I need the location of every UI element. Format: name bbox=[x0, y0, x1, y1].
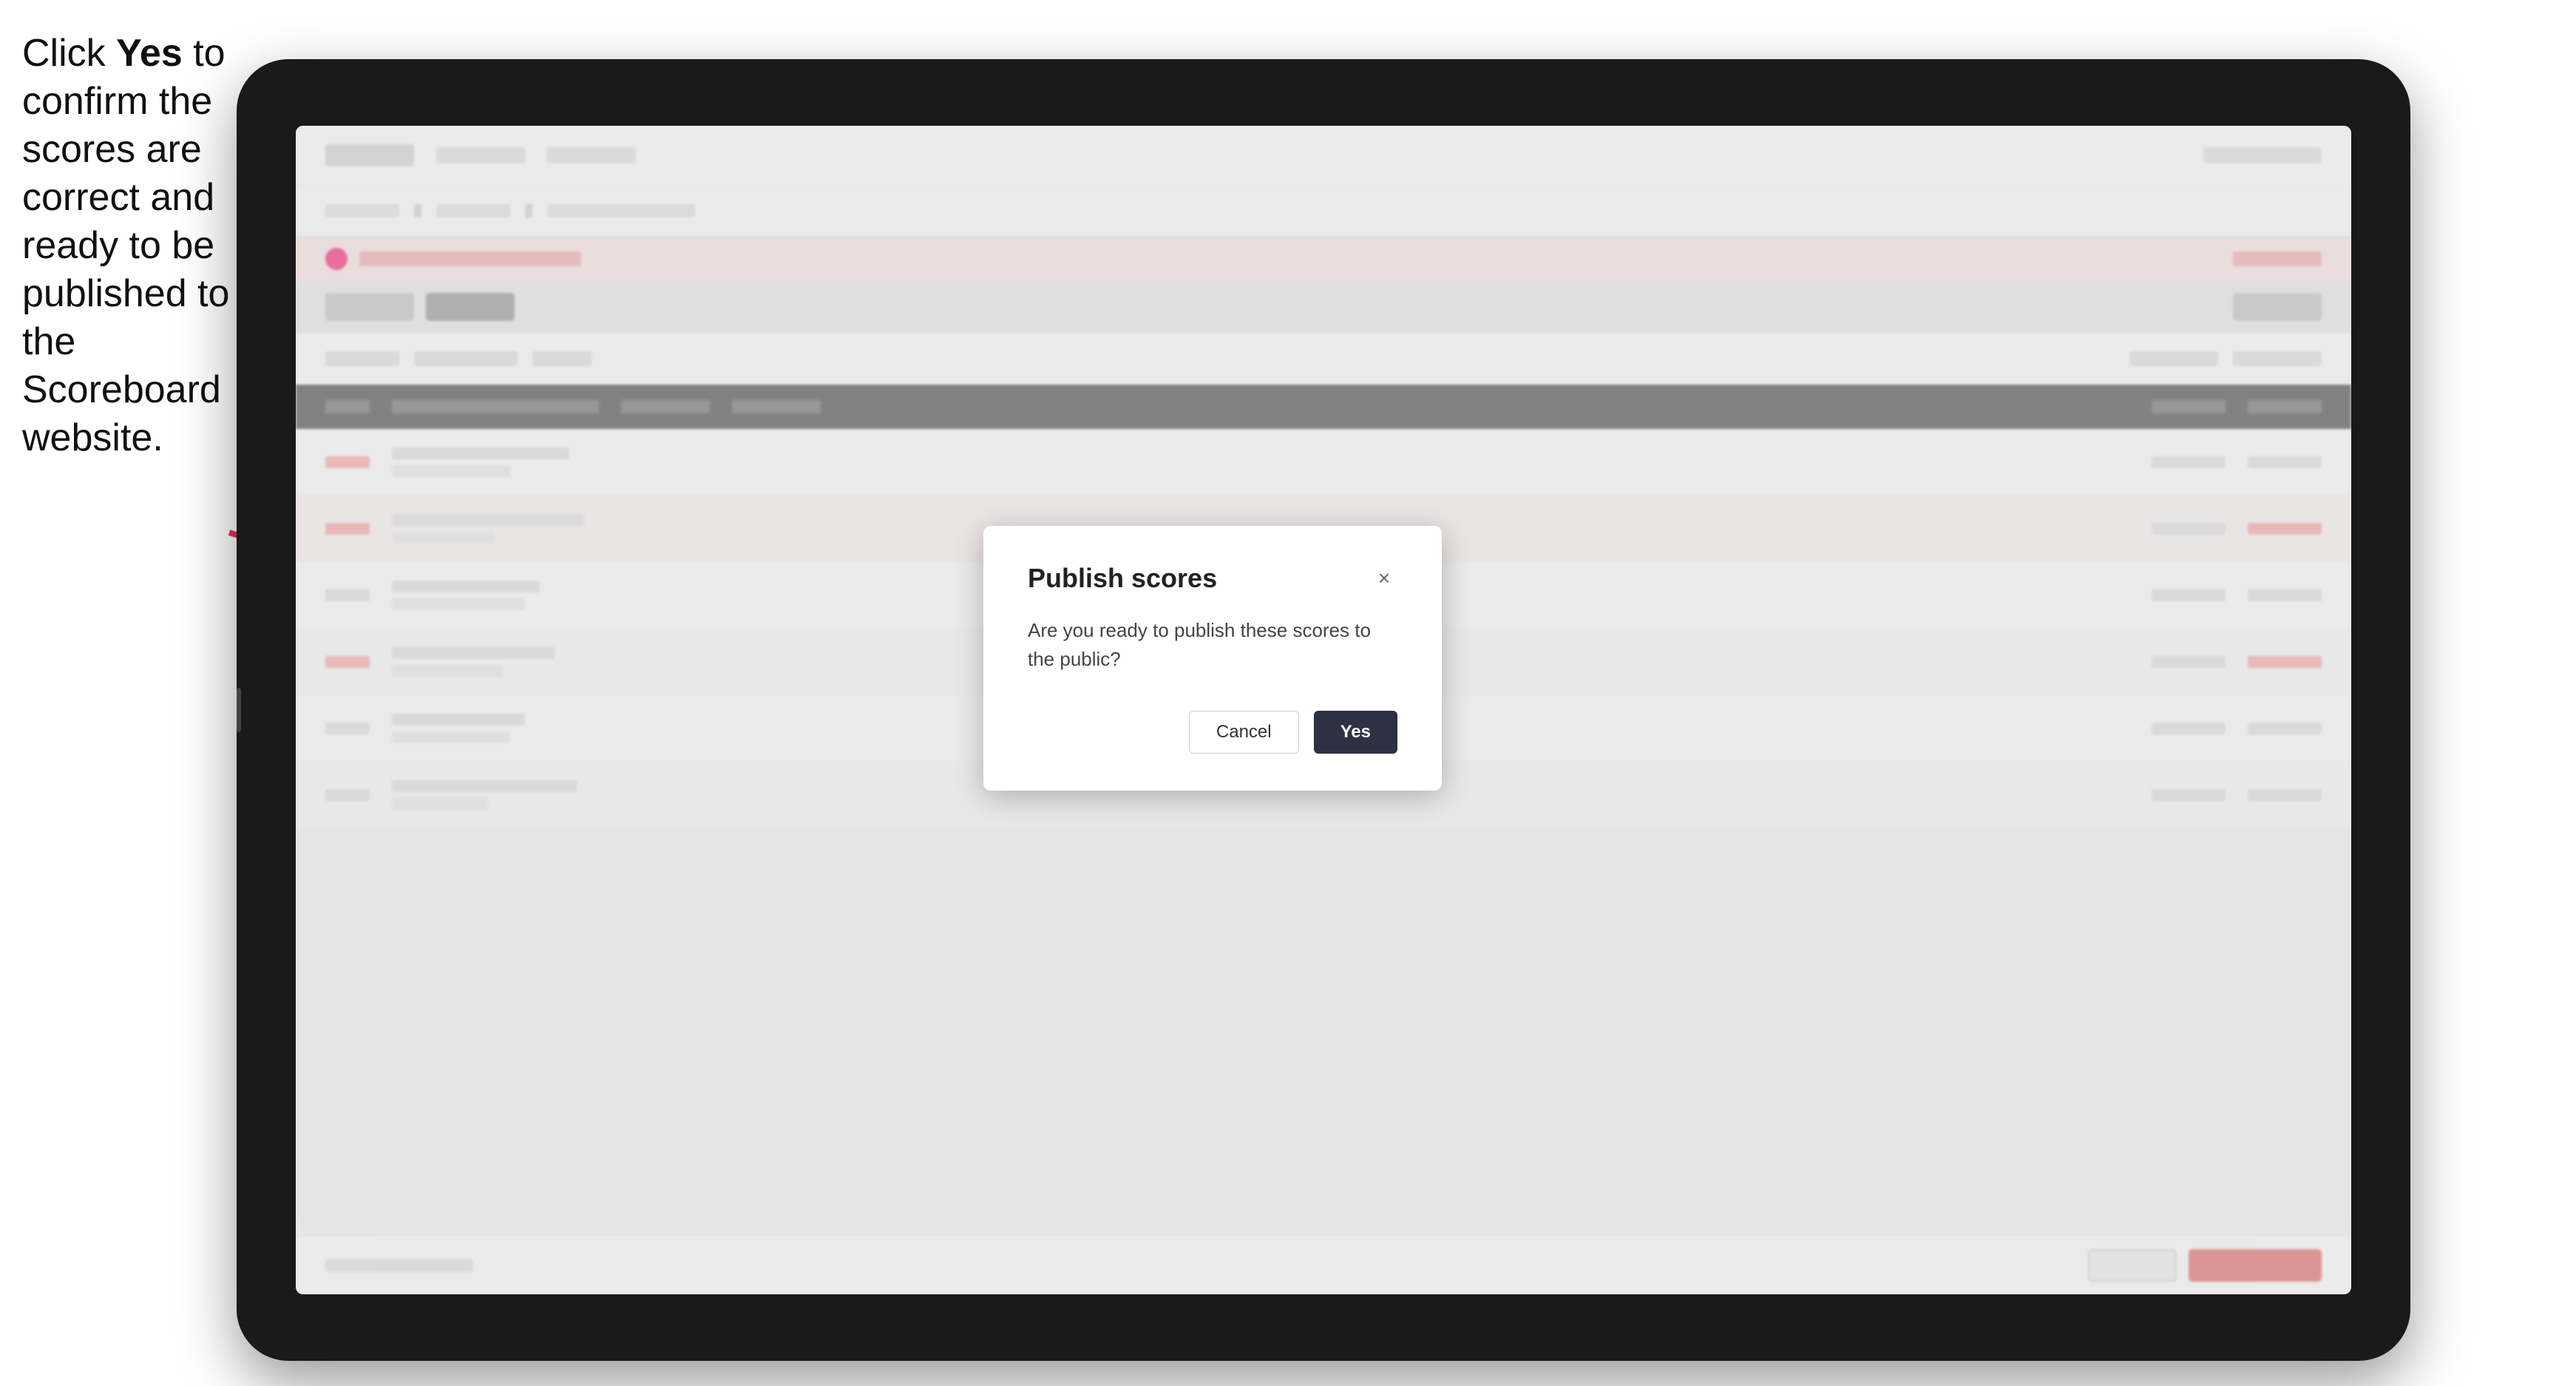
yes-button[interactable]: Yes bbox=[1314, 711, 1397, 754]
instruction-text: Click Yes to confirm the scores are corr… bbox=[22, 30, 237, 462]
instruction-prefix: Click bbox=[22, 32, 116, 75]
tablet-side-button bbox=[237, 688, 241, 732]
dialog-close-button[interactable]: × bbox=[1371, 565, 1397, 592]
publish-scores-dialog: Publish scores × Are you ready to publis… bbox=[983, 526, 1442, 791]
dialog-body-text: Are you ready to publish these scores to… bbox=[1028, 616, 1397, 674]
dialog-title: Publish scores bbox=[1028, 563, 1217, 594]
dialog-overlay: Publish scores × Are you ready to publis… bbox=[296, 126, 2351, 1294]
dialog-footer: Cancel Yes bbox=[1028, 711, 1397, 754]
cancel-button[interactable]: Cancel bbox=[1189, 711, 1299, 754]
dialog-header: Publish scores × bbox=[1028, 563, 1397, 594]
instruction-bold: Yes bbox=[116, 32, 183, 75]
tablet-screen: Publish scores × Are you ready to publis… bbox=[296, 126, 2351, 1294]
tablet-device: Publish scores × Are you ready to publis… bbox=[237, 59, 2410, 1361]
instruction-suffix: to confirm the scores are correct and re… bbox=[22, 32, 229, 459]
